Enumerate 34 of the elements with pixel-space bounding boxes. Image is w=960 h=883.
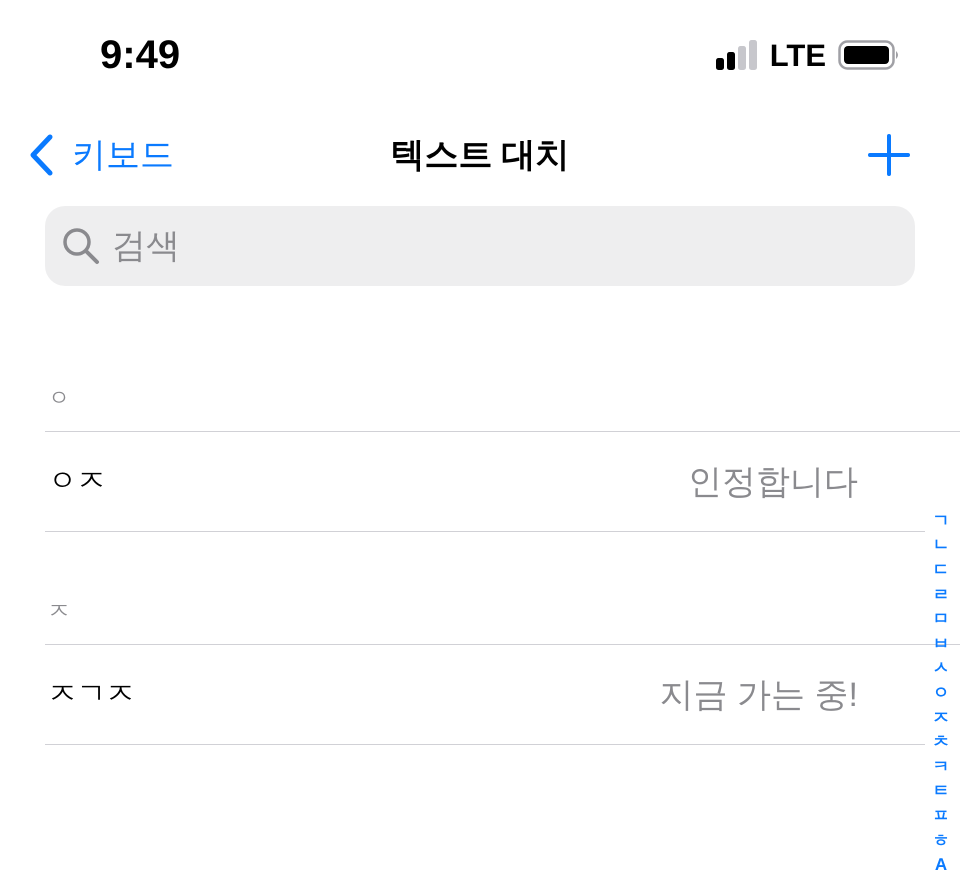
section-header: ㅇ xyxy=(48,387,70,409)
phrase-label: 인정합니다 xyxy=(688,464,858,498)
index-letter[interactable]: ㅎ xyxy=(928,828,954,852)
back-button[interactable]: 키보드 xyxy=(28,134,174,176)
nav-title: 텍스트 대치 xyxy=(390,138,570,172)
add-button[interactable] xyxy=(868,134,910,176)
status-time: 9:49 xyxy=(100,35,180,75)
battery-icon xyxy=(838,40,900,70)
index-letter[interactable]: ㅁ xyxy=(928,606,954,631)
list-row[interactable]: ㅇㅈ 인정합니다 xyxy=(45,432,925,532)
index-letter[interactable]: ㅍ xyxy=(928,803,954,828)
index-letter[interactable]: ㅋ xyxy=(928,754,954,779)
index-letter[interactable]: A xyxy=(928,852,954,877)
network-label: LTE xyxy=(770,40,826,70)
list-row[interactable]: ㅈㄱㅈ 지금 가는 중! xyxy=(45,645,925,745)
index-letter[interactable]: ㄴ xyxy=(928,532,954,558)
index-letter[interactable]: ㄱ xyxy=(928,508,954,533)
index-letter[interactable]: ㅅ xyxy=(928,656,954,680)
index-letter[interactable]: ㅈ xyxy=(928,704,954,730)
chevron-left-icon xyxy=(28,134,54,176)
index-letter[interactable]: ㄷ xyxy=(928,557,954,582)
phrase-label: 지금 가는 중! xyxy=(660,678,858,712)
search-field[interactable]: 검색 xyxy=(45,206,915,286)
index-letter[interactable]: ㄹ xyxy=(928,582,954,606)
index-letter[interactable]: ㅇ xyxy=(928,680,954,705)
index-letter[interactable]: ㅌ xyxy=(928,778,954,804)
signal-icon xyxy=(716,40,758,70)
plus-icon xyxy=(868,134,910,176)
section-header: ㅈ xyxy=(48,600,70,622)
index-letter[interactable]: ㅂ xyxy=(928,630,954,656)
shortcut-label: ㅇㅈ xyxy=(48,467,106,496)
index-letter[interactable]: ㅊ xyxy=(928,729,954,754)
search-icon xyxy=(62,227,100,265)
shortcut-label: ㅈㄱㅈ xyxy=(48,680,135,709)
